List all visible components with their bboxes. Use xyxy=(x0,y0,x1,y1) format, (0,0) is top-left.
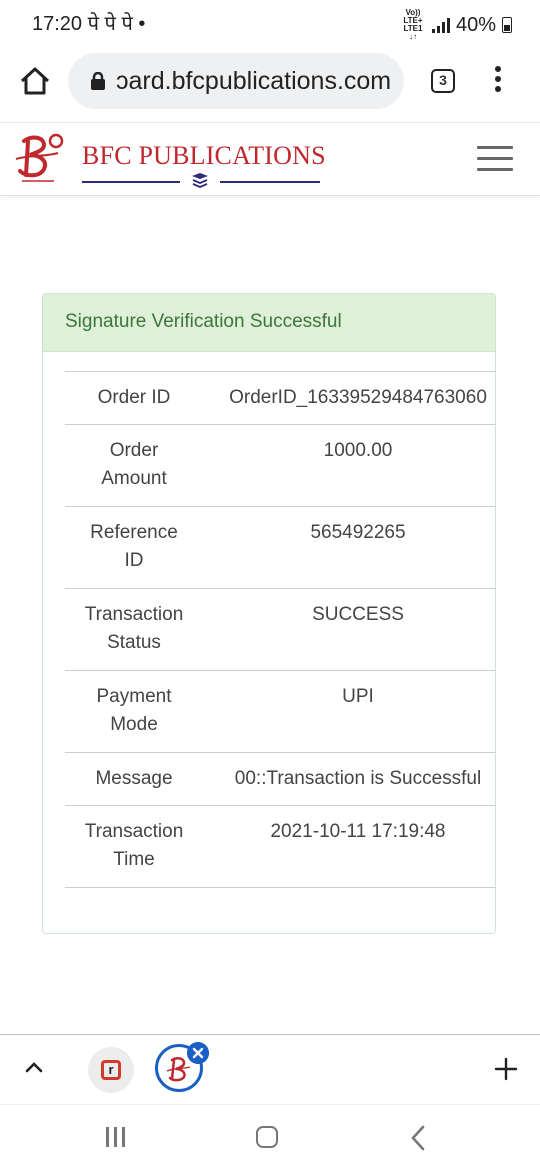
table-row: Reference ID 565492265 xyxy=(65,506,495,588)
row-value: 2021-10-11 17:19:48 xyxy=(270,821,446,842)
row-label: Order Amount xyxy=(101,440,167,489)
home-nav-icon[interactable] xyxy=(256,1126,278,1148)
tab-switcher-button[interactable]: 3 xyxy=(431,69,455,93)
recent-apps-icon[interactable] xyxy=(106,1127,130,1152)
battery-percent: 40% xyxy=(455,13,496,36)
row-value: 1000.00 xyxy=(323,440,393,461)
close-tab-icon[interactable] xyxy=(187,1042,209,1064)
row-value: 00::Transaction is Successful xyxy=(234,768,482,789)
new-tab-plus-icon[interactable] xyxy=(494,1057,518,1081)
table-row: Transaction Time 2021-10-11 17:19:48 xyxy=(65,805,495,888)
verification-card: Signature Verification Successful Order … xyxy=(42,293,496,934)
hamburger-menu-icon[interactable] xyxy=(477,146,513,172)
table-row: Transaction Status SUCCESS xyxy=(65,588,495,670)
home-icon[interactable] xyxy=(18,64,52,98)
row-value: UPI xyxy=(342,686,374,707)
system-nav-bar xyxy=(0,1104,540,1171)
site-header: BFC PUBLICATIONS xyxy=(0,122,540,196)
row-label: Reference ID xyxy=(90,522,178,571)
table-row: Message 00::Transaction is Successful xyxy=(65,752,495,805)
status-indicators: Vo)) LTE+ LTE1 ↓↑ 40% xyxy=(400,9,512,41)
row-value: 565492265 xyxy=(310,522,406,543)
more-menu-icon[interactable] xyxy=(491,66,505,100)
battery-icon xyxy=(502,17,512,33)
row-label: Transaction Status xyxy=(84,604,184,653)
table-row: Payment Mode UPI xyxy=(65,670,495,752)
bfc-logo[interactable] xyxy=(14,131,64,185)
row-label: Order ID xyxy=(97,387,171,408)
status-bar: 17:20 पे पे पे • Vo)) LTE+ LTE1 ↓↑ 40% xyxy=(0,0,540,44)
row-label: Message xyxy=(95,768,173,789)
url-text: ɔard.bfcpublications.com xyxy=(116,67,392,95)
lock-icon xyxy=(91,72,105,90)
row-label: Transaction Time xyxy=(84,821,184,870)
table-row: Order Amount 1000.00 xyxy=(65,424,495,506)
chevron-up-icon[interactable] xyxy=(24,1057,44,1077)
browser-toolbar: ɔard.bfcpublications.com 3 xyxy=(0,44,540,120)
network-type-icon: Vo)) LTE+ LTE1 ↓↑ xyxy=(403,8,423,41)
r-app-icon: r xyxy=(101,1060,121,1080)
back-icon[interactable] xyxy=(410,1125,426,1151)
table-row: Order ID OrderID_16339529484763060 xyxy=(65,371,495,424)
tab-thumbnail-r[interactable]: r xyxy=(88,1047,134,1093)
tab-strip: r xyxy=(0,1034,540,1105)
card-title: Signature Verification Successful xyxy=(65,311,342,332)
address-bar[interactable]: ɔard.bfcpublications.com xyxy=(68,53,404,109)
row-value: OrderID_16339529484763060 xyxy=(229,387,487,408)
row-value: SUCCESS xyxy=(312,604,404,625)
row-label: Payment Mode xyxy=(96,686,172,735)
book-icon xyxy=(192,173,208,188)
status-time: 17:20 पे पे पे • xyxy=(32,13,146,35)
signal-icon xyxy=(431,17,450,33)
transaction-table: Order ID OrderID_16339529484763060 Order… xyxy=(65,371,495,888)
brand-name: BFC PUBLICATIONS xyxy=(82,141,326,170)
